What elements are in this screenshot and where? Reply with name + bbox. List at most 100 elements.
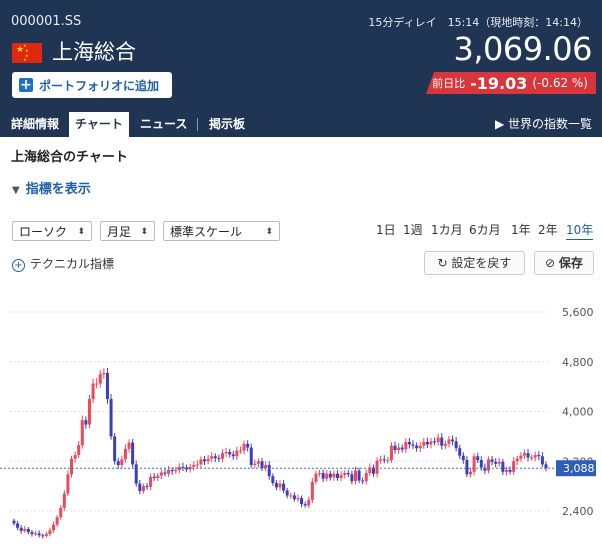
candle-body <box>544 464 548 469</box>
candle-body <box>379 459 383 461</box>
candle-body <box>397 447 401 451</box>
candle-body <box>95 383 99 385</box>
candle-body <box>433 441 437 443</box>
change-percent: (-0.62 %) <box>532 76 588 90</box>
candle-body <box>540 456 544 465</box>
add-to-portfolio-button[interactable]: + ポートフォリオに追加 <box>12 72 172 98</box>
tab-news[interactable]: ニュース <box>140 112 187 137</box>
candle-body <box>120 459 124 465</box>
save-label: 保存 <box>558 256 583 270</box>
period-10y[interactable]: 10年 <box>566 221 594 240</box>
candle-body <box>267 464 271 477</box>
candle-body <box>73 455 77 459</box>
candle-body <box>458 448 462 456</box>
candle-body <box>328 473 332 478</box>
period-1y[interactable]: 1年 <box>511 221 531 239</box>
candle-body <box>353 470 357 482</box>
period-1w[interactable]: 1週 <box>403 221 423 239</box>
candle-body <box>256 461 260 464</box>
candle-body <box>62 493 66 508</box>
candle-body <box>206 458 210 462</box>
candle-body <box>192 464 196 467</box>
candle-body <box>52 524 56 531</box>
candle-body <box>526 453 530 458</box>
candle-body <box>274 483 278 488</box>
period-6m[interactable]: 6カ月 <box>469 221 501 239</box>
interval-select[interactable]: 月足 ⬍ <box>100 221 155 241</box>
period-2y[interactable]: 2年 <box>538 221 558 239</box>
candle-body <box>242 443 246 451</box>
candle-body <box>260 461 264 469</box>
candle-body <box>41 535 45 537</box>
change-value: -19.03 <box>470 73 528 93</box>
candle-body <box>332 473 336 478</box>
tab-chart[interactable]: チャート <box>69 112 129 137</box>
candle-body <box>210 456 214 459</box>
technical-indicators-button[interactable]: + テクニカル指標 <box>12 255 114 272</box>
candle-body <box>533 455 537 458</box>
candle-body <box>246 443 250 448</box>
candle-body <box>220 453 224 459</box>
candle-body <box>16 523 20 528</box>
candle-body <box>361 480 365 482</box>
technical-indicators-label: テクニカル指標 <box>30 257 115 271</box>
candle-body <box>156 475 160 479</box>
candle-body <box>264 464 268 469</box>
candle-body <box>339 474 343 479</box>
candle-body <box>181 466 185 468</box>
candle-body <box>59 507 63 518</box>
index-name: 上海総合 <box>52 40 136 64</box>
candle-body <box>26 529 30 533</box>
candle-body <box>451 439 455 442</box>
candle-body <box>303 504 307 506</box>
candle-body <box>149 476 153 487</box>
candle-body <box>407 441 411 445</box>
candle-body <box>393 445 397 451</box>
tab-details[interactable]: 詳細情報 <box>11 112 59 137</box>
candle-body <box>530 457 534 459</box>
candle-body <box>440 437 444 446</box>
candle-body <box>472 456 476 472</box>
candle-body <box>318 473 322 475</box>
triangle-right-icon: ▶ <box>494 117 508 131</box>
candle-body <box>203 459 207 462</box>
chart-type-select[interactable]: ローソク ⬍ <box>12 221 92 241</box>
candle-body <box>66 474 70 494</box>
candle-body <box>235 450 239 457</box>
save-button[interactable]: ⊘ 保存 <box>534 251 594 275</box>
candle-body <box>364 473 368 482</box>
candle-body <box>389 445 393 461</box>
candle-body <box>87 399 91 425</box>
candlestick-chart: 5,6004,8004,0003,2002,4003,088 <box>0 306 596 539</box>
candle-body <box>321 473 325 479</box>
candle-body <box>476 456 480 461</box>
candle-body <box>80 420 84 446</box>
candle-body <box>522 453 526 456</box>
period-1m[interactable]: 1カ月 <box>431 221 463 239</box>
y-tick-label: 5,600 <box>562 306 594 319</box>
reset-settings-label: 設定を戻す <box>451 256 512 270</box>
scale-select[interactable]: 標準スケール ⬍ <box>163 221 280 241</box>
candle-body <box>429 441 433 445</box>
candle-body <box>116 461 120 465</box>
candle-body <box>382 459 386 461</box>
candle-body <box>249 447 253 465</box>
candle-body <box>152 476 156 479</box>
candle-body <box>134 464 138 484</box>
candle-body <box>19 527 23 531</box>
candle-body <box>23 529 27 531</box>
scale-value: 標準スケール <box>170 225 243 239</box>
candle-body <box>537 455 541 457</box>
reset-settings-button[interactable]: ↻ 設定を戻す <box>424 251 525 275</box>
show-indicators-toggle[interactable]: ▼ 指標を表示 <box>12 178 91 197</box>
candle-body <box>138 483 142 492</box>
candle-body <box>508 469 512 472</box>
tab-bar: 詳細情報 チャート ニュース 掲示板 ▶ 世界の指数一覧 <box>0 112 602 137</box>
world-indices-link[interactable]: ▶ 世界の指数一覧 <box>495 112 592 137</box>
candle-body <box>127 442 131 449</box>
candle-body <box>497 461 501 464</box>
tab-board[interactable]: 掲示板 <box>209 112 245 137</box>
candle-body <box>145 486 149 488</box>
period-1d[interactable]: 1日 <box>376 221 396 239</box>
reset-icon: ↻ <box>437 256 452 270</box>
